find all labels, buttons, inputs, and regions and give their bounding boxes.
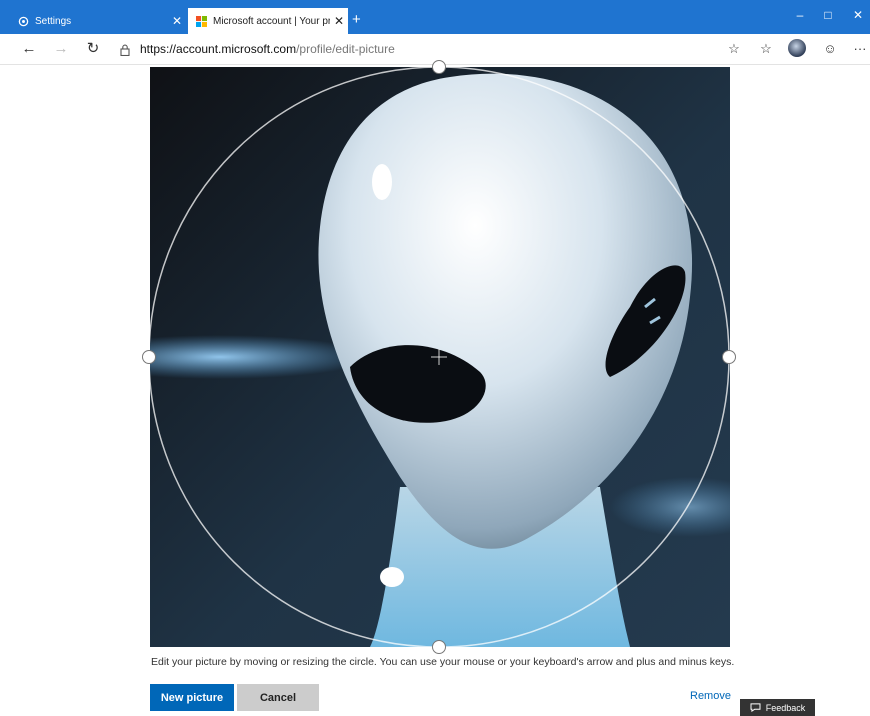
tab-label: Microsoft account | Your profile | xyxy=(213,15,330,27)
profile-avatar-icon[interactable] xyxy=(788,39,806,57)
feedback-label: Feedback xyxy=(765,702,806,713)
microsoft-logo-icon xyxy=(196,15,207,27)
new-tab-button[interactable]: + xyxy=(352,12,361,27)
cancel-button[interactable]: Cancel xyxy=(237,684,319,711)
refresh-button[interactable]: ↻ xyxy=(84,40,102,58)
resize-handle-bottom[interactable] xyxy=(432,640,446,654)
gear-icon xyxy=(18,16,29,27)
crosshair-icon xyxy=(431,349,447,365)
tab-close-button[interactable]: ✕ xyxy=(168,14,186,28)
url-path: /profile/edit-picture xyxy=(296,42,395,56)
maximize-button[interactable]: □ xyxy=(818,8,838,22)
lock-icon xyxy=(120,43,130,61)
resize-handle-left[interactable] xyxy=(142,350,156,364)
feedback-button[interactable]: Feedback xyxy=(740,699,815,716)
remove-link[interactable]: Remove xyxy=(690,690,731,702)
resize-handle-top[interactable] xyxy=(432,60,446,74)
favorites-icon[interactable]: ☆ xyxy=(756,40,776,58)
tab-label: Settings xyxy=(35,15,72,27)
resize-handle-right[interactable] xyxy=(722,350,736,364)
star-icon[interactable]: ☆ xyxy=(724,40,744,58)
url-field[interactable]: https://account.microsoft.com/profile/ed… xyxy=(140,42,395,56)
tab-microsoft-account[interactable]: Microsoft account | Your profile | ✕ xyxy=(188,8,348,34)
tab-settings[interactable]: Settings ✕ xyxy=(10,8,186,34)
edit-instructions: Edit your picture by moving or resizing … xyxy=(151,656,735,668)
comment-icon xyxy=(750,703,761,712)
tab-close-button[interactable]: ✕ xyxy=(330,14,348,28)
minimize-button[interactable]: – xyxy=(790,8,810,22)
smiley-icon[interactable]: ☺ xyxy=(820,40,840,58)
forward-button[interactable]: → xyxy=(52,40,70,58)
back-button[interactable]: ← xyxy=(20,40,38,58)
more-icon[interactable]: ··· xyxy=(850,40,870,58)
browser-titlebar: Settings ✕ Microsoft account | Your prof… xyxy=(0,0,870,34)
new-picture-button[interactable]: New picture xyxy=(150,684,234,711)
close-window-button[interactable]: ✕ xyxy=(848,8,868,22)
url-host: https://account.microsoft.com xyxy=(140,42,297,56)
